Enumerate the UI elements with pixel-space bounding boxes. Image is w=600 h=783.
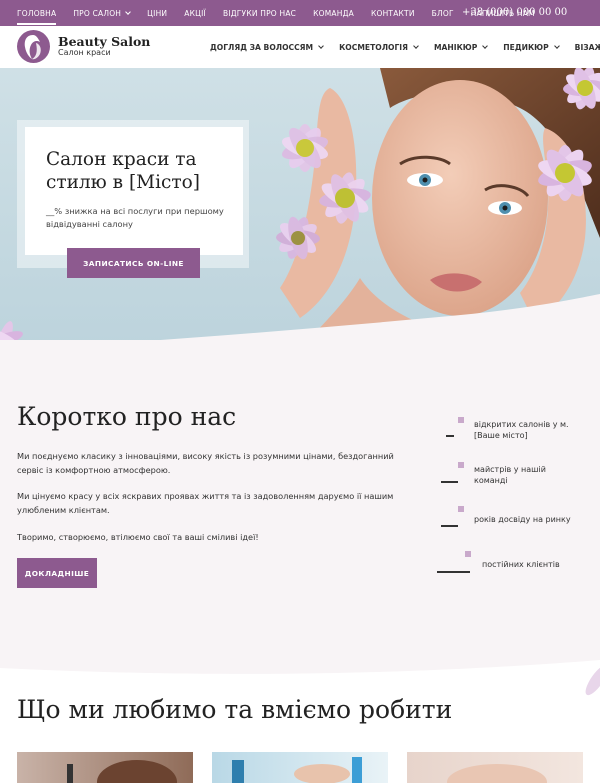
nav-item-pedicure[interactable]: ПЕДИКЮР bbox=[503, 42, 560, 52]
about-paragraph-3: Творимо, створюємо, втілюємо свої та ваш… bbox=[17, 532, 259, 542]
top-menu-item-about-salon[interactable]: ПРО САЛОН bbox=[73, 8, 131, 18]
hero-banner: Салон краси та стилю в [Місто] __% знижк… bbox=[0, 68, 600, 358]
logo-icon[interactable] bbox=[17, 30, 50, 63]
stat-marker bbox=[458, 462, 464, 468]
about-paragraph-1: Ми поєднуємо класику з інноваціями, висо… bbox=[17, 451, 394, 475]
woman-silhouette-icon bbox=[24, 35, 41, 60]
top-menu-item-blog[interactable]: БЛОГ bbox=[432, 9, 454, 18]
more-details-button[interactable]: ДОКЛАДНІШЕ bbox=[17, 558, 97, 588]
section-wave bbox=[0, 650, 600, 674]
stat-marker bbox=[458, 506, 464, 512]
top-menu-item-contacts[interactable]: КОНТАКТИ bbox=[371, 9, 415, 18]
nav-item-pedicure-label: ПЕДИКЮР bbox=[503, 42, 549, 52]
services-section: Що ми любимо та вміємо робити bbox=[0, 650, 600, 783]
nav-item-makeup-label: ВІЗАЖ bbox=[574, 42, 600, 52]
nav-item-cosmetology[interactable]: КОСМЕТОЛОГІЯ bbox=[339, 42, 419, 52]
stat-value-placeholder bbox=[441, 481, 458, 483]
service-image-manicure bbox=[232, 757, 362, 783]
flower-petal-decoration bbox=[585, 664, 600, 696]
chevron-down-icon bbox=[413, 42, 419, 49]
chevron-down-icon bbox=[482, 42, 489, 49]
logo-subtitle: Салон краси bbox=[58, 48, 111, 57]
nav-item-makeup[interactable]: ВІЗАЖ bbox=[575, 43, 600, 52]
hero-title: Салон краси та стилю в [Місто] bbox=[46, 149, 200, 193]
hero-subtitle: __% знижка на всі послуги при першому ві… bbox=[46, 206, 224, 229]
stat-marker bbox=[458, 417, 464, 423]
stat-label-masters: майстрів у нашій команді bbox=[474, 465, 546, 485]
top-menu-item-reviews[interactable]: ВІДГУКИ ПРО НАС bbox=[223, 9, 296, 18]
service-card-manicure[interactable] bbox=[212, 752, 388, 783]
book-online-button[interactable]: ЗАПИСАТИСЬ ON-LINE bbox=[67, 248, 200, 278]
chevron-down-icon bbox=[125, 8, 131, 15]
about-paragraph-2: Ми цінуємо красу у всіх яскравих проявах… bbox=[17, 491, 394, 515]
phone-number[interactable]: +38 (000) 000 00 00 bbox=[462, 0, 567, 26]
main-nav: ДОГЛЯД ЗА ВОЛОССЯМ КОСМЕТОЛОГІЯ МАНІКЮР … bbox=[210, 26, 600, 68]
service-image-cosmetology bbox=[447, 764, 547, 783]
nav-item-hair-care-label: ДОГЛЯД ЗА ВОЛОССЯМ bbox=[210, 42, 314, 52]
top-menu-item-promotions[interactable]: АКЦІЇ bbox=[184, 9, 206, 18]
nav-item-manicure[interactable]: МАНІКЮР bbox=[433, 42, 489, 52]
stat-marker bbox=[465, 551, 471, 557]
stat-value-placeholder bbox=[437, 571, 470, 573]
nav-item-manicure-label: МАНІКЮР bbox=[433, 42, 478, 52]
service-image-hair bbox=[67, 760, 177, 783]
about-section: Коротко про нас Ми поєднуємо класику з і… bbox=[0, 340, 600, 650]
stat-label-salons: відкритих салонів у м. [Ваше місто] bbox=[474, 420, 569, 440]
logo-title[interactable]: Beauty Salon bbox=[58, 34, 150, 49]
chevron-down-icon bbox=[318, 42, 324, 49]
about-title: Коротко про нас bbox=[17, 402, 237, 431]
stat-label-clients: постійних клієнтів bbox=[482, 560, 560, 569]
top-bar: ГОЛОВНА ПРО САЛОН ЦІНИ АКЦІЇ ВІДГУКИ ПРО… bbox=[0, 0, 600, 26]
stat-value-placeholder bbox=[446, 435, 454, 437]
nav-item-cosmetology-label: КОСМЕТОЛОГІЯ bbox=[339, 42, 408, 52]
stat-value-placeholder bbox=[441, 525, 458, 527]
top-menu-item-home[interactable]: ГОЛОВНА bbox=[17, 9, 57, 25]
service-card-cosmetology[interactable] bbox=[407, 752, 583, 783]
top-menu-item-about-salon-label: ПРО САЛОН bbox=[73, 8, 122, 18]
services-title: Що ми любимо та вміємо робити bbox=[17, 695, 453, 724]
site-header: Beauty Salon Салон краси ДОГЛЯД ЗА ВОЛОС… bbox=[0, 26, 600, 68]
chevron-down-icon bbox=[553, 42, 560, 49]
stat-label-years: років досвіду на ринку bbox=[474, 515, 571, 524]
nav-item-hair-care[interactable]: ДОГЛЯД ЗА ВОЛОССЯМ bbox=[210, 42, 324, 52]
service-card-hair[interactable] bbox=[17, 752, 193, 783]
top-menu-item-team[interactable]: КОМАНДА bbox=[313, 9, 354, 18]
top-menu-item-prices[interactable]: ЦІНИ bbox=[147, 9, 167, 18]
